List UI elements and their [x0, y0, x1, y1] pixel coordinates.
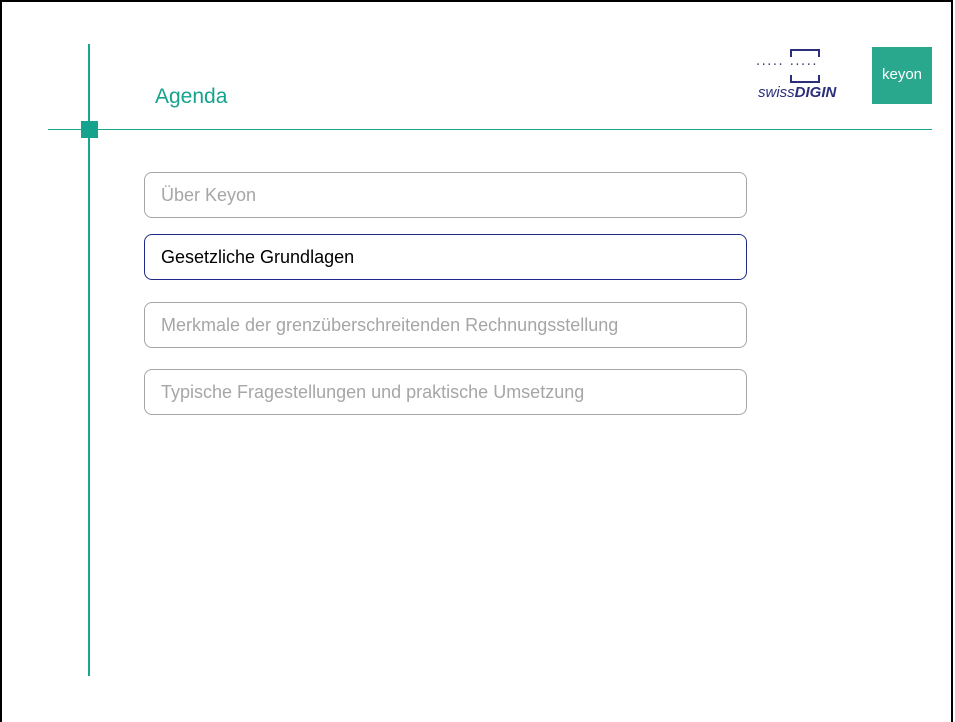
accent-square — [81, 121, 98, 138]
swissdigin-bracket-top — [790, 49, 820, 57]
agenda-item-gesetzliche-grundlagen[interactable]: Gesetzliche Grundlagen — [144, 234, 747, 280]
slide: Agenda ····· ····· swissDIGIN keyon Über… — [0, 0, 953, 722]
agenda-item-merkmale[interactable]: Merkmale der grenzüberschreitenden Rechn… — [144, 302, 747, 348]
swissdigin-dots: ····· ····· — [756, 58, 818, 73]
swissdigin-digin-text: DIGIN — [794, 84, 837, 101]
vertical-accent-line — [88, 44, 90, 676]
agenda-item-ueber-keyon[interactable]: Über Keyon — [144, 172, 747, 218]
keyon-logo: keyon — [872, 47, 932, 104]
agenda-item-typische-fragestellungen[interactable]: Typische Fragestellungen und praktische … — [144, 369, 747, 415]
swissdigin-wordmark: swissDIGIN — [758, 84, 836, 102]
swissdigin-bracket-bottom — [790, 75, 820, 83]
horizontal-accent-line — [48, 129, 932, 130]
page-title: Agenda — [155, 85, 228, 108]
swissdigin-logo: ····· ····· swissDIGIN — [754, 47, 860, 105]
keyon-wordmark: keyon — [881, 66, 923, 83]
swissdigin-swiss-text: swiss — [758, 84, 795, 101]
